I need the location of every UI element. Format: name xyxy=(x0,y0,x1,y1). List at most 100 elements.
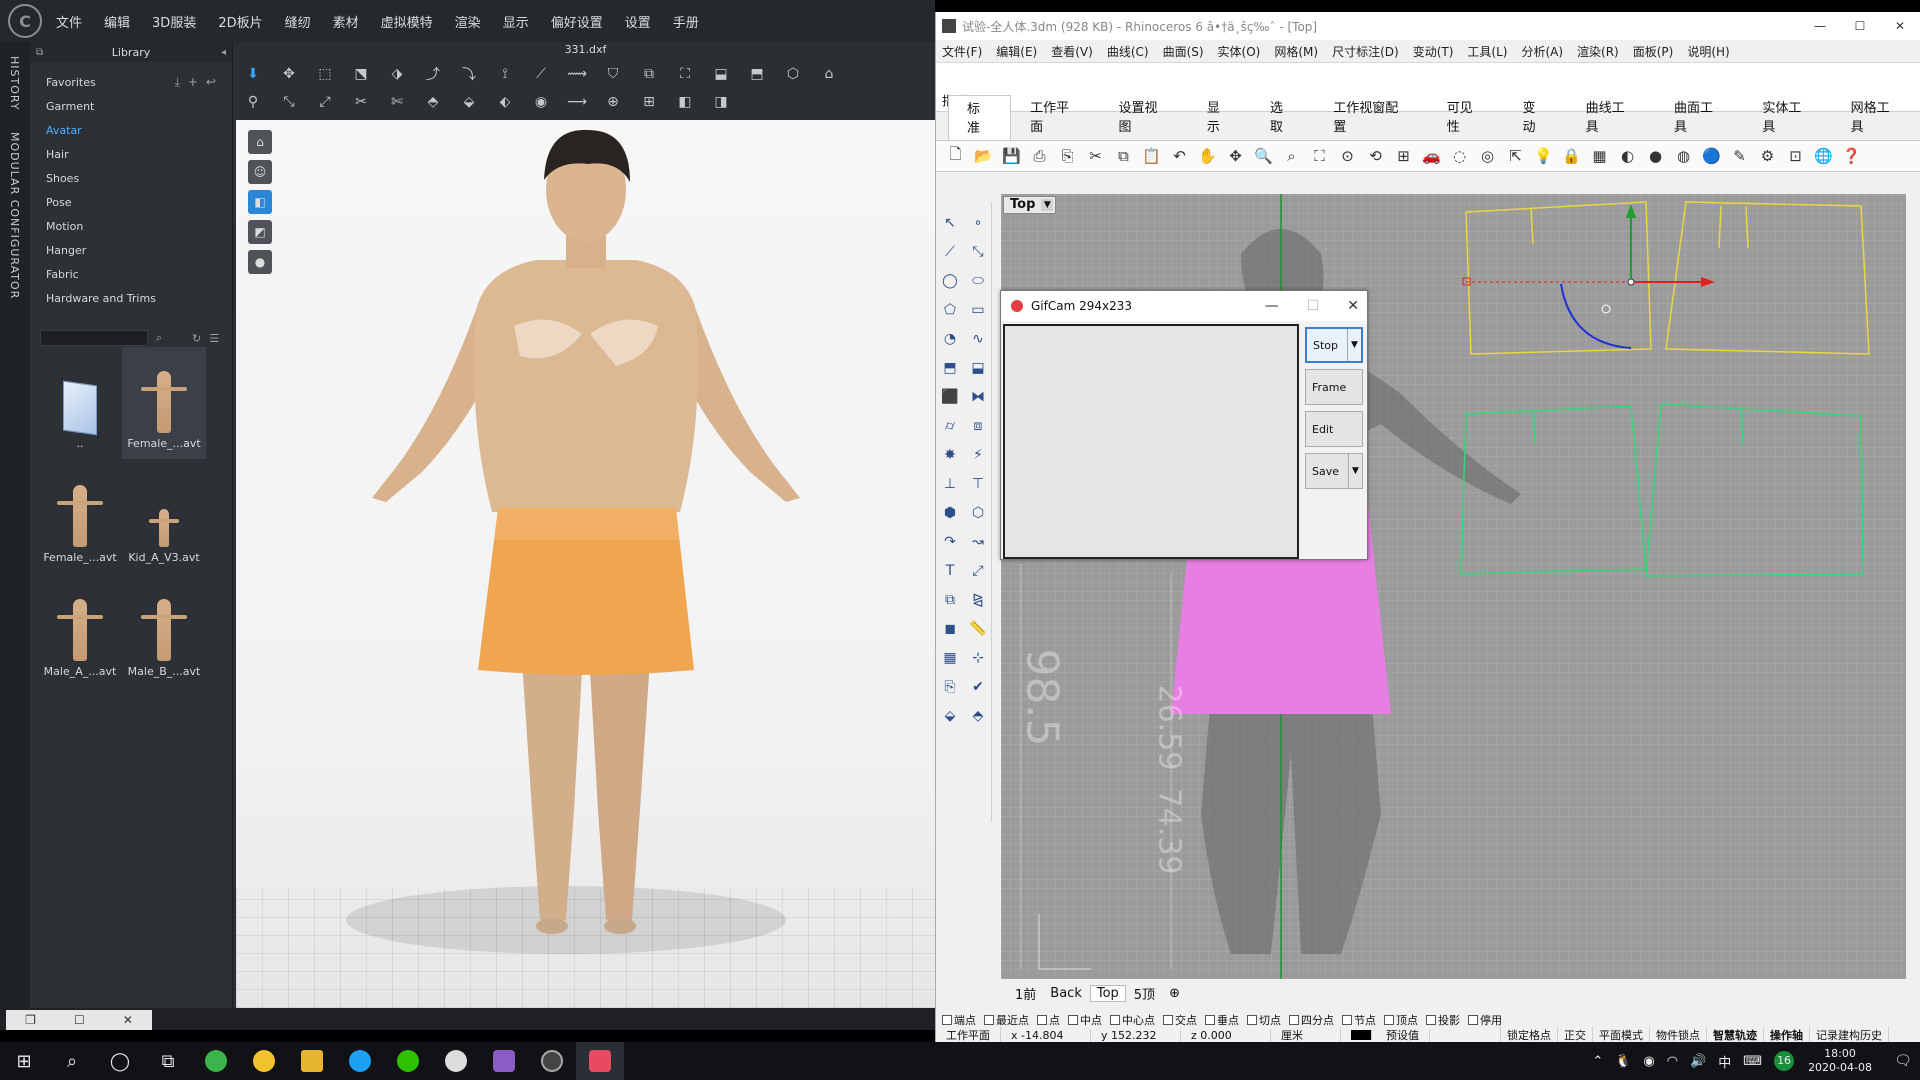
rhino-menu-mesh[interactable]: 网格(M) xyxy=(1274,43,1318,60)
tack-icon[interactable]: ⟋ xyxy=(530,64,552,84)
snap-midpoint[interactable]: 中点 xyxy=(1068,1012,1102,1028)
action-center-icon[interactable]: 🗨 xyxy=(1886,1053,1920,1069)
viewport-label[interactable]: Top ▼ xyxy=(1003,196,1057,214)
garment-fit-icon[interactable]: ⛶ xyxy=(674,64,696,84)
layers-icon[interactable]: ▦ xyxy=(1588,145,1611,168)
mirror-icon[interactable]: ⧎ xyxy=(964,585,992,614)
lining-back-pattern[interactable] xyxy=(1645,403,1864,577)
hanger-icon[interactable]: ⌂ xyxy=(818,64,840,84)
arrange-icon[interactable]: ⤡ xyxy=(278,92,300,112)
rhino-menu-edit[interactable]: 编辑(E) xyxy=(996,43,1037,60)
select-box-icon[interactable]: ⬚ xyxy=(314,64,336,84)
back-panel-pattern[interactable] xyxy=(1665,201,1870,355)
thumbnail-female-avatar-2[interactable]: Female_...avt xyxy=(38,461,122,573)
gifcam-capture-frame[interactable] xyxy=(1003,324,1299,559)
rectangle-icon[interactable]: ▭ xyxy=(964,295,992,324)
blue-sphere-icon[interactable]: 🔵 xyxy=(1700,145,1723,168)
stitch-icon[interactable]: ⬙ xyxy=(458,92,480,112)
viewport-tab-5[interactable]: 5顶 xyxy=(1128,984,1161,1003)
chevron-down-icon[interactable]: ▼ xyxy=(1348,454,1362,488)
cut-icon[interactable]: ✂ xyxy=(1084,145,1107,168)
clo-menu-3d-garment[interactable]: 3D服装 xyxy=(152,12,196,31)
snap-disable[interactable]: 停用 xyxy=(1468,1012,1502,1028)
transform-icon[interactable]: ✥ xyxy=(278,64,300,84)
array-icon[interactable]: ▦ xyxy=(936,643,964,672)
zoom-window-icon[interactable]: ⌕ xyxy=(1280,145,1303,168)
open-folder-icon[interactable]: 📂 xyxy=(972,145,995,168)
print-icon[interactable]: ⎙ xyxy=(1028,145,1051,168)
pencil-icon[interactable]: ✎ xyxy=(1728,145,1751,168)
shape-icon[interactable]: ⬘ xyxy=(422,92,444,112)
library-item-motion[interactable]: Motion xyxy=(30,214,232,238)
render-icon[interactable]: ⚡ xyxy=(964,440,992,469)
close-icon[interactable]: ✕ xyxy=(123,1013,133,1027)
rhino-menu-analyze[interactable]: 分析(A) xyxy=(1521,43,1563,60)
clo-menu-render[interactable]: 渲染 xyxy=(455,12,481,31)
status-osnap[interactable]: 物件锁点 xyxy=(1650,1027,1707,1043)
arc-icon[interactable]: ◔ xyxy=(936,324,964,353)
zip-icon[interactable]: ⬖ xyxy=(494,92,516,112)
tab-display[interactable]: 显示 xyxy=(1188,94,1251,140)
snap-project[interactable]: 投影 xyxy=(1426,1012,1460,1028)
clo-menu-materials[interactable]: 素材 xyxy=(333,12,359,31)
avatar-model[interactable] xyxy=(236,120,935,1008)
volume-icon[interactable]: 🔊 xyxy=(1690,1054,1706,1069)
chamfer-icon[interactable]: ⬡ xyxy=(964,498,992,527)
chevron-down-icon[interactable]: ▼ xyxy=(1041,199,1054,211)
status-layer[interactable]: 预设值 xyxy=(1341,1027,1501,1043)
chevron-up-icon[interactable]: ⌃ xyxy=(1592,1054,1603,1069)
clo-taskbar-icon[interactable] xyxy=(528,1042,576,1080)
library-item-hardware-trims[interactable]: Hardware and Trims xyxy=(30,286,232,310)
topstitch-icon[interactable]: ⊕ xyxy=(602,92,624,112)
front-panel-pattern[interactable] xyxy=(1465,201,1652,355)
polygon-icon[interactable]: ⬠ xyxy=(936,295,964,324)
boolean-icon[interactable]: ⧓ xyxy=(964,382,992,411)
snap-intersection[interactable]: 交点 xyxy=(1163,1012,1197,1028)
dimension-icon[interactable]: ⤢ xyxy=(964,556,992,585)
tab-curve-tools[interactable]: 曲线工具 xyxy=(1567,94,1655,140)
security-icon[interactable]: ◉ xyxy=(1643,1054,1654,1069)
snap-center[interactable]: 中心点 xyxy=(1110,1012,1155,1028)
grid-icon[interactable]: ⊞ xyxy=(638,92,660,112)
zoom-icon[interactable]: 🔍 xyxy=(1252,145,1275,168)
hide-icon[interactable]: ◌ xyxy=(1448,145,1471,168)
select-arrow-icon[interactable]: ↖ xyxy=(936,208,964,237)
status-record-history[interactable]: 记录建构历史 xyxy=(1810,1027,1889,1043)
help-icon[interactable]: ❓ xyxy=(1840,145,1863,168)
3d-viewport[interactable]: 331.dxf ⬇ ✥ ⬚ ⬔ ⬗ ⤴ ⤵ ⟟ ⟋ ⟿ ⛉ ⧉ ⛶ ⬓ ⬒ ⬡ … xyxy=(236,42,935,1008)
gifcam-stop-button[interactable]: Stop ▼ xyxy=(1305,327,1363,363)
library-item-avatar[interactable]: Avatar xyxy=(30,118,232,142)
clo-menu-2d-pattern[interactable]: 2D板片 xyxy=(218,12,262,31)
file-explorer-icon[interactable] xyxy=(288,1042,336,1080)
curve-icon[interactable]: ∿ xyxy=(964,324,992,353)
notification-badge[interactable]: 16 xyxy=(1774,1051,1795,1071)
blend-icon[interactable]: ↝ xyxy=(964,527,992,556)
fold-icon[interactable]: ⬗ xyxy=(386,64,408,84)
gifcam-save-button[interactable]: Save ▼ xyxy=(1305,453,1363,489)
snap-point[interactable]: 点 xyxy=(1037,1012,1060,1028)
snap-perpendicular[interactable]: 垂点 xyxy=(1205,1012,1239,1028)
rhino-menu-surface[interactable]: 曲面(S) xyxy=(1163,43,1204,60)
library-item-favorites[interactable]: Favorites ⤓+↩ xyxy=(30,70,232,94)
four-viewports-icon[interactable]: ⊞ xyxy=(1392,145,1415,168)
status-grid-snap[interactable]: 锁定格点 xyxy=(1501,1027,1558,1043)
fitting-icon[interactable]: ⤢ xyxy=(314,92,336,112)
control-points-icon[interactable]: ⤡ xyxy=(964,237,992,266)
car-icon[interactable]: 🚗 xyxy=(1420,145,1443,168)
layer-icon[interactable]: ⧉ xyxy=(638,64,660,84)
rhino-menu-tools[interactable]: 工具(L) xyxy=(1467,43,1507,60)
clo-menu-file[interactable]: 文件 xyxy=(56,12,82,31)
ellipse-icon[interactable]: ⬭ xyxy=(964,266,992,295)
lock-icon[interactable]: 🔒 xyxy=(1560,145,1583,168)
favorites-app-icon[interactable] xyxy=(240,1042,288,1080)
chevron-down-icon[interactable]: ▼ xyxy=(1347,329,1361,361)
point-icon[interactable]: ∘ xyxy=(964,208,992,237)
status-planar[interactable]: 平面模式 xyxy=(1593,1027,1650,1043)
clo-menu-avatar[interactable]: 虚拟模特 xyxy=(381,12,433,31)
tab-cplanes[interactable]: 工作平面 xyxy=(1011,94,1099,140)
globe-icon[interactable]: 🌐 xyxy=(1812,145,1835,168)
gifcam-edit-button[interactable]: Edit xyxy=(1305,411,1363,447)
snap-knot[interactable]: 节点 xyxy=(1342,1012,1376,1028)
surface-icon[interactable]: ⬒ xyxy=(936,353,964,382)
save-icon[interactable]: 💾 xyxy=(1000,145,1023,168)
